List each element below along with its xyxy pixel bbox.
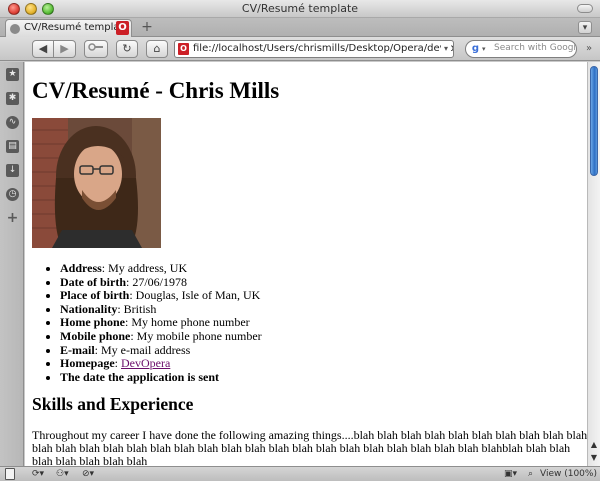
google-icon[interactable]: g bbox=[470, 43, 481, 55]
bookmarks-icon[interactable]: ★ bbox=[6, 68, 19, 81]
unite-icon[interactable]: ∿ bbox=[6, 116, 19, 129]
tab-label: CV/Resumé template bbox=[24, 22, 130, 33]
window-title: CV/Resumé template bbox=[241, 2, 359, 15]
side-panel-bar: ★ ✱ ∿ ▤ ↓ ◷ + bbox=[0, 62, 24, 466]
block-icon[interactable]: ⊘▾ bbox=[82, 468, 94, 480]
page-viewport: CV/Resumé - Chris Mills • Address: My ad… bbox=[25, 62, 587, 466]
title-bar: CV/Resumé template bbox=[0, 0, 600, 18]
downloads-icon[interactable]: ↓ bbox=[6, 164, 19, 177]
status-bar: ⟳▾ ⚇▾ ⊘▾ ▣▾ ⌕ View (100%) bbox=[0, 466, 600, 481]
tab-list-button[interactable]: ▾ bbox=[578, 21, 592, 34]
new-tab-button[interactable]: + bbox=[140, 19, 154, 35]
opera-page-icon: O bbox=[178, 43, 189, 55]
history-icon[interactable]: ◷ bbox=[6, 188, 19, 201]
turbo-icon[interactable]: ⟳▾ bbox=[32, 468, 44, 480]
list-item: Place of birth: Douglas, Isle of Man, UK bbox=[60, 288, 580, 303]
back-button[interactable]: ◀ bbox=[32, 40, 54, 58]
tab-bar: CV/Resumé template bbox=[0, 18, 600, 37]
search-field[interactable]: g ▾ Search with Google bbox=[465, 40, 577, 58]
image-toggle-icon[interactable]: ▣▾ bbox=[504, 468, 517, 480]
reload-button[interactable]: ↻ bbox=[116, 40, 138, 58]
scroll-down-icon[interactable]: ▼ bbox=[588, 451, 600, 464]
search-placeholder[interactable]: Search with Google bbox=[494, 43, 576, 53]
list-item: Home phone: My home phone number bbox=[60, 316, 580, 330]
page-icon bbox=[10, 24, 20, 34]
home-button[interactable]: ⌂ bbox=[146, 40, 168, 58]
zoom-icon[interactable]: ⌕ bbox=[528, 468, 533, 480]
panel-toggle-icon[interactable] bbox=[5, 468, 15, 480]
details-list: Address: My address, UK Date of birth: 2… bbox=[60, 261, 580, 385]
forward-button[interactable]: ▶ bbox=[54, 40, 76, 58]
scroll-thumb[interactable] bbox=[590, 66, 598, 176]
list-item: Mobile phone: My mobile phone number bbox=[60, 329, 580, 344]
search-engine-dropdown-icon[interactable]: ▾ bbox=[482, 43, 486, 55]
address-text[interactable]: file://localhost/Users/chrismills/Deskto… bbox=[193, 43, 453, 54]
navigation-toolbar: ◀ ▶ ↻ ⌂ O file://localhost/Users/chrismi… bbox=[0, 37, 600, 61]
opera-menu-icon[interactable]: O bbox=[116, 21, 129, 35]
widgets-icon[interactable]: ✱ bbox=[6, 92, 19, 105]
list-item: Nationality: British bbox=[60, 302, 580, 317]
wand-button[interactable] bbox=[84, 40, 108, 58]
list-item: Homepage: DevOpera bbox=[60, 356, 580, 371]
zoom-level[interactable]: View (100%) bbox=[540, 468, 597, 480]
address-dropdown-icon[interactable]: ▾ bbox=[441, 43, 451, 55]
list-item: Address: My address, UK bbox=[60, 261, 580, 276]
scroll-up-icon[interactable]: ▲ bbox=[588, 438, 600, 451]
toolbar-overflow-icon[interactable]: » bbox=[582, 42, 596, 56]
homepage-link[interactable]: DevOpera bbox=[121, 356, 170, 370]
list-item: E-mail: My e-mail address bbox=[60, 343, 580, 358]
add-panel-icon[interactable]: + bbox=[6, 211, 19, 225]
page-title: CV/Resumé - Chris Mills bbox=[32, 78, 280, 103]
list-item: Date of birth: 27/06/1978 bbox=[60, 275, 580, 290]
browser-window: CV/Resumé template CV/Resumé template O … bbox=[0, 0, 600, 481]
profile-photo bbox=[32, 118, 161, 248]
profile-photo-image bbox=[32, 118, 161, 248]
toolbar-toggle-button[interactable] bbox=[577, 4, 593, 13]
key-icon bbox=[88, 43, 103, 51]
vertical-scrollbar[interactable]: ▲ ▼ bbox=[587, 62, 600, 466]
unite-status-icon[interactable]: ⚇▾ bbox=[56, 468, 69, 480]
address-field[interactable]: O file://localhost/Users/chrismills/Desk… bbox=[174, 40, 454, 58]
skills-heading: Skills and Experience bbox=[32, 394, 194, 414]
list-item: The date the application is sent bbox=[60, 370, 580, 385]
tab-cv-resume[interactable]: CV/Resumé template bbox=[5, 19, 132, 37]
skills-paragraph: Throughout my career I have done the fol… bbox=[32, 428, 587, 466]
notes-icon[interactable]: ▤ bbox=[6, 140, 19, 153]
